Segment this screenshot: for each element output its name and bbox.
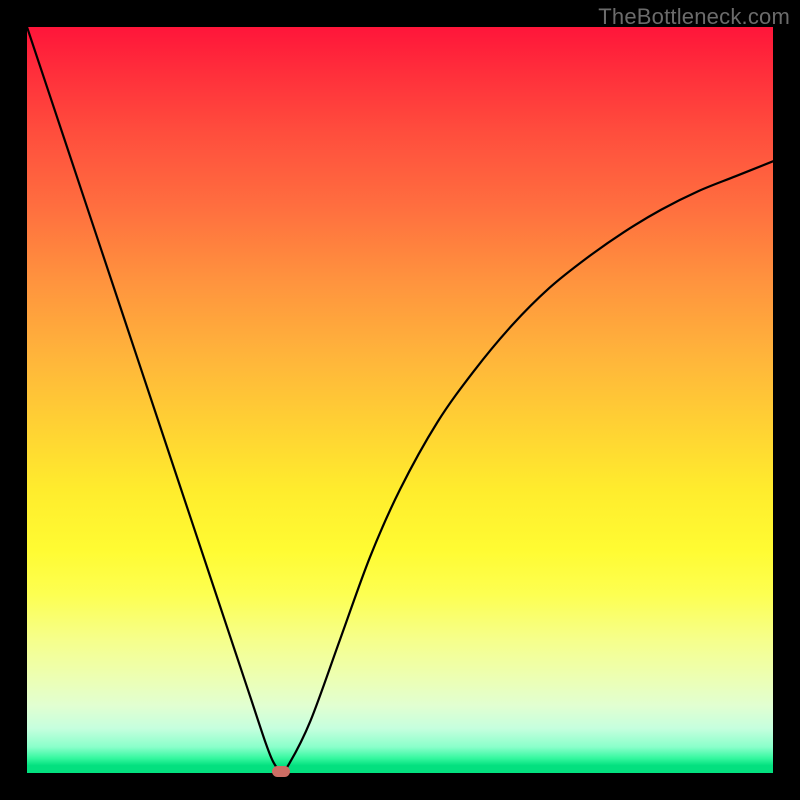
bottleneck-curve [27,27,773,773]
chart-container: TheBottleneck.com [0,0,800,800]
plot-area [27,27,773,773]
optimum-marker-icon [272,766,290,777]
watermark-text: TheBottleneck.com [598,4,790,30]
